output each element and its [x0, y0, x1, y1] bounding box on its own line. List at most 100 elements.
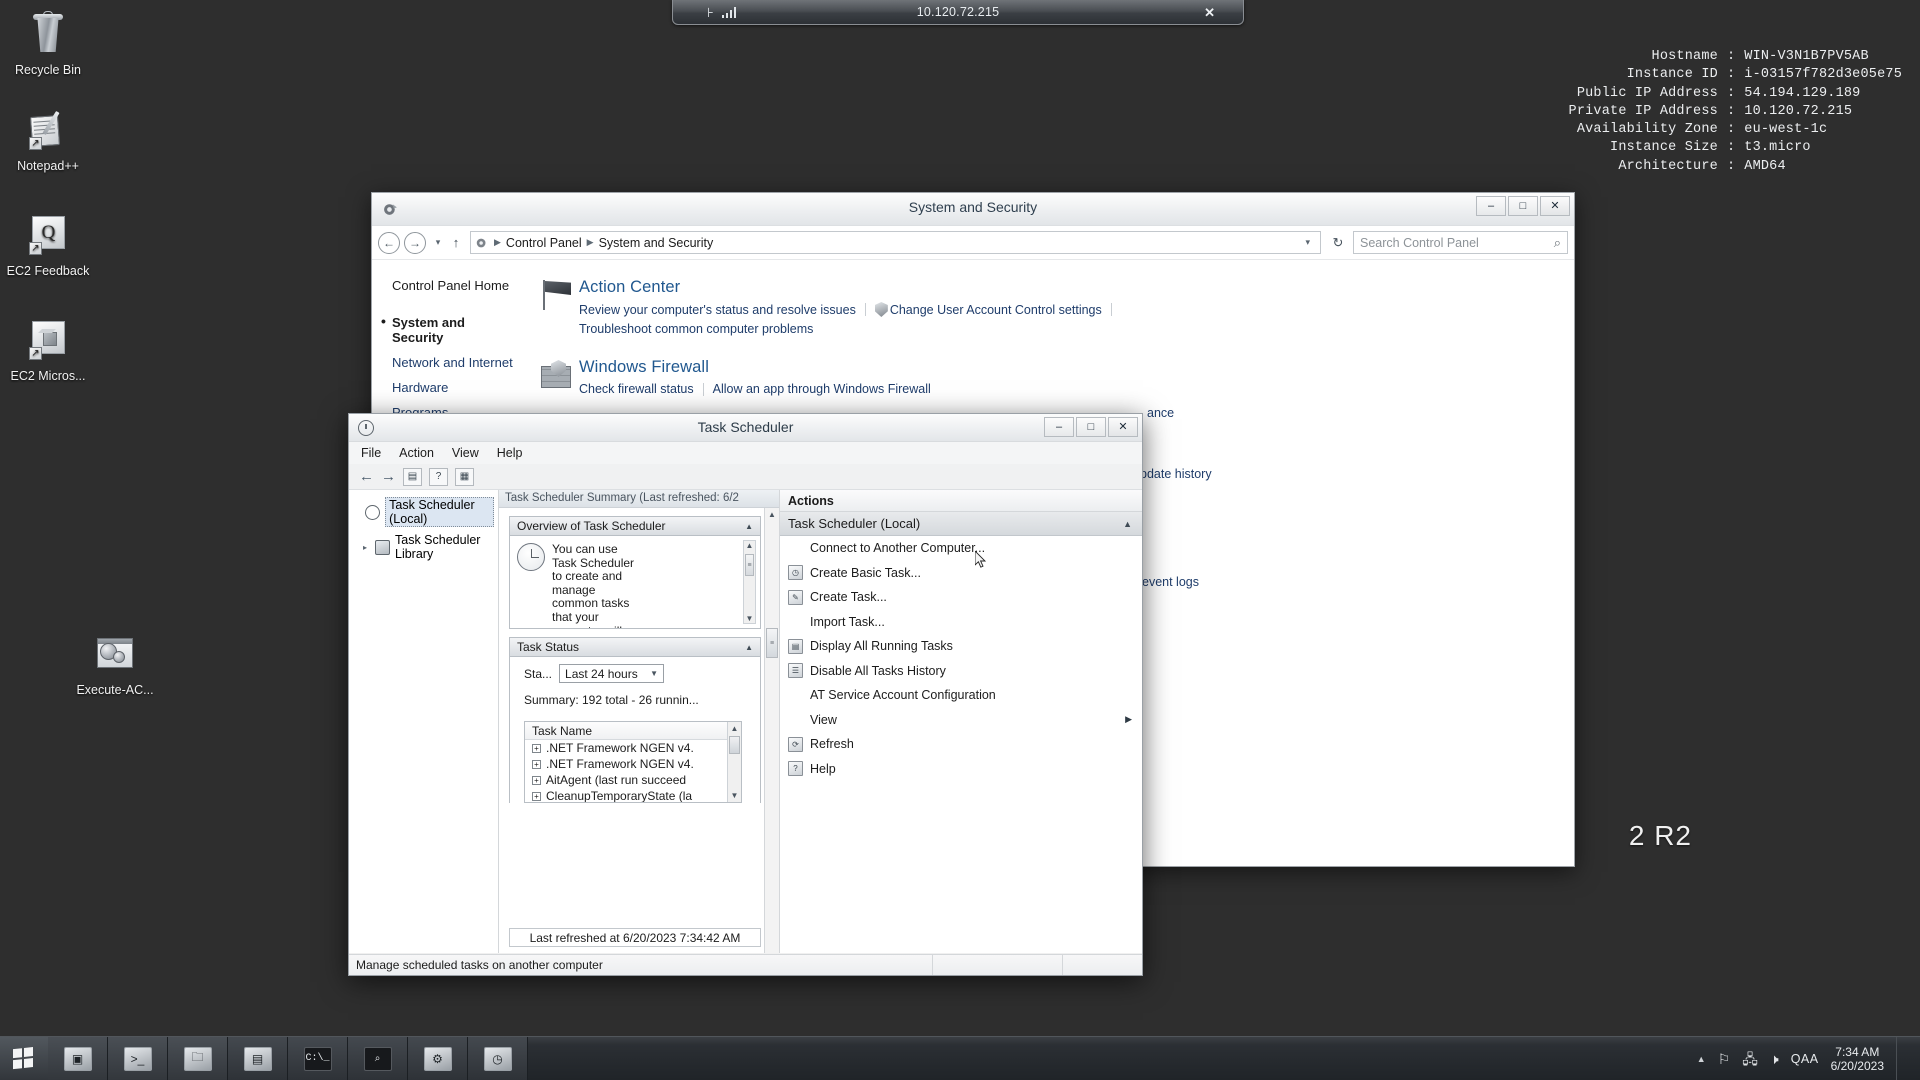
menu-help[interactable]: Help — [497, 446, 523, 460]
maximize-button[interactable]: □ — [1508, 196, 1538, 216]
scroll-up-icon[interactable]: ▲ — [728, 722, 741, 733]
sidebar-item-hardware[interactable]: Hardware — [392, 380, 517, 395]
table-row[interactable]: + CleanupTemporaryState (la — [525, 788, 741, 802]
action-create-task[interactable]: ✎ Create Task... — [780, 585, 1142, 610]
start-button[interactable] — [0, 1037, 48, 1080]
table-scrollbar[interactable]: ▲ ▼ — [727, 722, 741, 802]
occluded-link-fragment-event-logs[interactable]: event logs — [1142, 575, 1199, 589]
taskbar-item-command-prompt[interactable]: C:\_ — [288, 1037, 348, 1080]
back-button[interactable]: ← — [378, 231, 400, 254]
taskbar-item-control-panel[interactable]: ⚙ — [408, 1037, 468, 1080]
menu-view[interactable]: View — [452, 446, 479, 460]
refresh-icon[interactable]: ↻ — [1327, 235, 1349, 251]
link-troubleshoot[interactable]: Troubleshoot common computer problems — [579, 322, 1112, 336]
control-panel-title-bar[interactable]: System and Security – □ ✕ — [372, 193, 1574, 226]
collapse-caret-icon[interactable]: ▲ — [745, 643, 753, 652]
action-view[interactable]: View ▶ — [780, 708, 1142, 733]
network-flag-icon[interactable]: ⚐ — [1718, 1052, 1731, 1066]
desktop-icon-ec2-feedback[interactable]: Q ↗ EC2 Feedback — [0, 213, 96, 278]
overview-panel-header[interactable]: Overview of Task Scheduler ▲ — [510, 517, 760, 536]
action-refresh[interactable]: ⟳ Refresh — [780, 732, 1142, 757]
table-row[interactable]: + .NET Framework NGEN v4. — [525, 740, 741, 756]
taskbar-item-task-scheduler[interactable]: ◷ — [468, 1037, 528, 1080]
scroll-up-icon[interactable]: ▲ — [746, 541, 754, 550]
scrollbar-thumb[interactable]: ≡ — [766, 628, 778, 658]
search-control-panel-input[interactable]: Search Control Panel ⌕ — [1353, 231, 1568, 254]
action-help[interactable]: ? Help — [780, 757, 1142, 782]
action-create-basic-task[interactable]: ◷ Create Basic Task... — [780, 561, 1142, 586]
tree-expander[interactable]: ▸ — [363, 543, 370, 552]
breadcrumb-item-system-and-security[interactable]: System and Security — [599, 236, 714, 250]
forward-button[interactable]: → — [404, 231, 426, 254]
overview-scrollbar[interactable]: ▲ ≡ ▼ — [743, 540, 756, 624]
summary-pane-scrollbar[interactable]: ▲ ≡ — [764, 508, 779, 953]
tree-item-task-scheduler-library[interactable]: ▸ Task Scheduler Library — [349, 530, 498, 564]
show-hide-action-pane-icon[interactable]: ▦ — [455, 467, 474, 486]
up-button[interactable]: ↑ — [446, 235, 466, 250]
task-scheduler-window[interactable]: Task Scheduler – □ ✕ File Action View He… — [348, 413, 1143, 976]
link-allow-app-through-firewall[interactable]: Allow an app through Windows Firewall — [713, 382, 931, 396]
taskbar-item-file-explorer[interactable]: 🗀 — [168, 1037, 228, 1080]
network-icon[interactable]: 🖧 — [1742, 1052, 1758, 1066]
table-row[interactable]: + AitAgent (last run succeed — [525, 772, 741, 788]
scrollbar-thumb[interactable]: ≡ — [745, 554, 754, 576]
status-filter-select[interactable]: Last 24 hours ▼ — [559, 664, 665, 683]
desktop-icon-recycle-bin[interactable]: Recycle Bin — [0, 11, 96, 77]
help-icon[interactable]: ? — [429, 467, 448, 486]
taskbar-item-search[interactable]: ⌕ — [348, 1037, 408, 1080]
desktop-icon-ec2-microsoft[interactable]: ↗ EC2 Micros... — [0, 318, 96, 383]
input-indicator[interactable]: QAA — [1791, 1052, 1819, 1066]
minimize-button[interactable]: – — [1044, 417, 1074, 437]
menu-action[interactable]: Action — [399, 446, 434, 460]
maximize-button[interactable]: □ — [1076, 417, 1106, 437]
action-import-task[interactable]: Import Task... — [780, 610, 1142, 635]
table-row[interactable]: + .NET Framework NGEN v4. — [525, 756, 741, 772]
toolbar-back-icon[interactable]: ← — [359, 469, 374, 484]
show-desktop-button[interactable] — [1896, 1036, 1908, 1080]
occluded-link-fragment-update-history[interactable]: pdate history — [1140, 467, 1212, 481]
expand-icon[interactable]: + — [532, 759, 541, 769]
scrollbar-thumb[interactable] — [729, 736, 740, 754]
tree-item-task-scheduler-local[interactable]: Task Scheduler (Local) — [349, 494, 498, 530]
scroll-up-icon[interactable]: ▲ — [765, 508, 779, 519]
close-button[interactable]: ✕ — [1540, 196, 1570, 216]
actions-group-header[interactable]: Task Scheduler (Local) ▲ — [780, 512, 1142, 536]
rdp-connection-bar[interactable]: ⊦ 10.120.72.215 ✕ — [672, 0, 1244, 25]
task-scheduler-title-bar[interactable]: Task Scheduler – □ ✕ — [349, 414, 1142, 442]
connection-close-icon[interactable]: ✕ — [1204, 6, 1243, 19]
group-title-windows-firewall[interactable]: Windows Firewall — [579, 358, 931, 377]
collapse-caret-icon[interactable]: ▲ — [1123, 519, 1132, 529]
action-at-service-account-configuration[interactable]: AT Service Account Configuration — [780, 683, 1142, 708]
action-display-all-running-tasks[interactable]: ▤ Display All Running Tasks — [780, 634, 1142, 659]
occluded-link-fragment-performance[interactable]: ance — [1147, 406, 1174, 420]
recent-pages-icon[interactable]: ▾ — [430, 237, 446, 248]
close-button[interactable]: ✕ — [1108, 417, 1138, 437]
action-connect-to-another-computer[interactable]: Connect to Another Computer... — [780, 536, 1142, 561]
scroll-down-icon[interactable]: ▼ — [728, 789, 741, 800]
desktop-icon-execute-ac[interactable]: Execute-AC... — [67, 632, 163, 697]
volume-muted-icon[interactable]: 🕨 — [1770, 1052, 1779, 1066]
address-bar[interactable]: ▶ Control Panel ▶ System and Security ▾ — [470, 231, 1321, 254]
task-status-panel-header[interactable]: Task Status ▲ — [510, 638, 760, 657]
sidebar-item-system-and-security[interactable]: System and Security — [381, 313, 517, 345]
action-disable-all-tasks-history[interactable]: ☰ Disable All Tasks History — [780, 659, 1142, 684]
sidebar-item-control-panel-home[interactable]: Control Panel Home — [392, 278, 517, 293]
group-title-action-center[interactable]: Action Center — [579, 278, 1112, 297]
breadcrumb-item-control-panel[interactable]: Control Panel — [506, 236, 582, 250]
show-hidden-icons-icon[interactable]: ▲ — [1697, 1054, 1706, 1064]
toolbar-forward-icon[interactable]: → — [381, 469, 396, 484]
address-dropdown-icon[interactable]: ▾ — [1305, 237, 1316, 248]
show-hide-console-tree-icon[interactable]: ▤ — [403, 467, 422, 486]
link-review-status[interactable]: Review your computer's status and resolv… — [579, 303, 856, 317]
scroll-down-icon[interactable]: ▼ — [746, 614, 754, 623]
sidebar-item-network-and-internet[interactable]: Network and Internet — [392, 355, 517, 370]
desktop-icon-notepad-plus-plus[interactable]: ↗ Notepad++ — [0, 108, 96, 173]
table-column-header[interactable]: Task Name — [525, 722, 741, 740]
expand-icon[interactable]: + — [532, 775, 541, 785]
link-change-uac-settings[interactable]: Change User Account Control settings — [874, 302, 1102, 317]
link-check-firewall-status[interactable]: Check firewall status — [579, 382, 694, 396]
taskbar-item-powershell[interactable]: >_ — [108, 1037, 168, 1080]
menu-file[interactable]: File — [361, 446, 381, 460]
expand-icon[interactable]: + — [532, 743, 541, 753]
taskbar-item-server-manager[interactable]: ▣ — [48, 1037, 108, 1080]
